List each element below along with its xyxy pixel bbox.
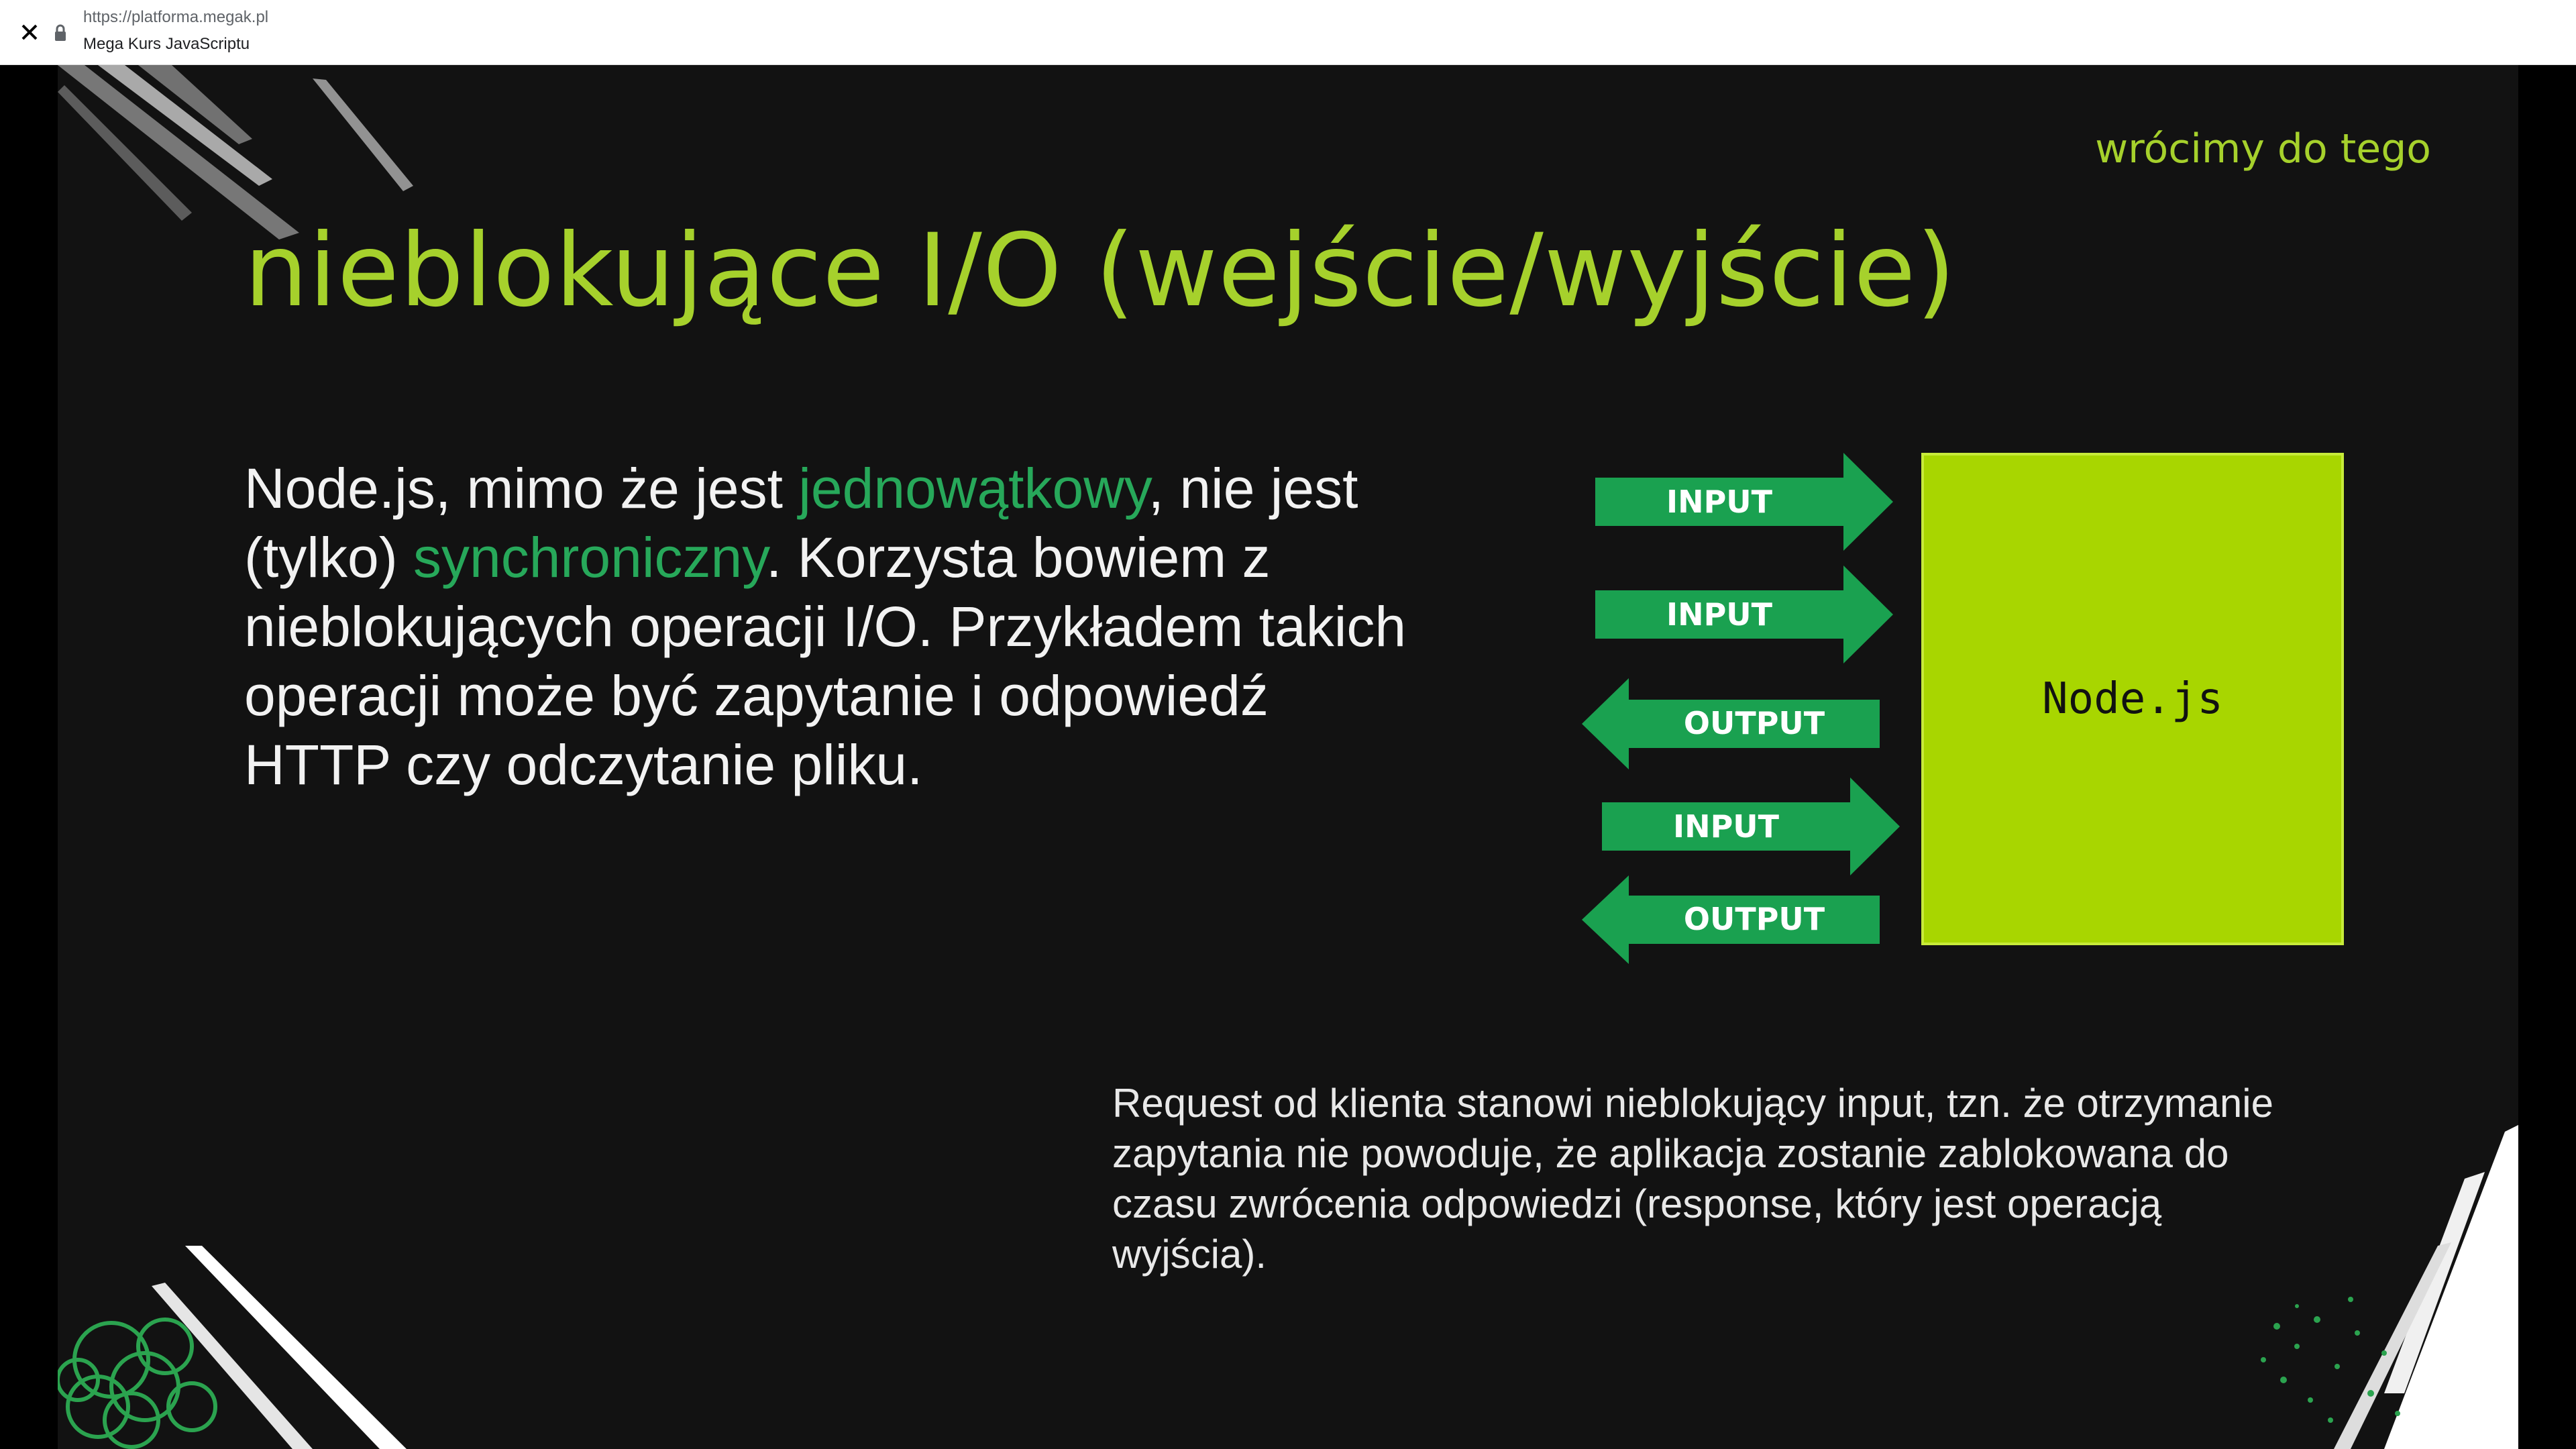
highlight-synchronous: synchroniczny (413, 526, 766, 589)
highlight-single-threaded: jednowątkowy (798, 457, 1148, 520)
page-title: Mega Kurs JavaScriptu (83, 35, 250, 53)
slide-title: nieblokujące I/O (wejście/wyjście) (244, 213, 1957, 329)
paragraph-text-1: Node.js, mimo że jest (244, 457, 799, 520)
main-paragraph: Node.js, mimo że jest jednowątkowy, nie … (244, 454, 1411, 800)
bottom-paragraph: Request od klienta stanowi nieblokujący … (1112, 1081, 2273, 1277)
slide: wrócimy do tego nieblokujące I/O (wejści… (58, 65, 2518, 1449)
nodejs-label: Node.js (2042, 674, 2223, 724)
corner-note: wrócimy do tego (2095, 125, 2431, 172)
url-text[interactable]: https://platforma.megak.pl (83, 8, 268, 27)
browser-top-bar: https://platforma.megak.pl Mega Kurs Jav… (0, 0, 2576, 65)
input-arrow-1-label: INPUT (1666, 484, 1773, 520)
output-arrow-1-label: OUTPUT (1683, 705, 1825, 741)
scribble-decoration-bottom-left (58, 1246, 407, 1449)
output-arrow-2-label: OUTPUT (1683, 901, 1825, 937)
input-arrow-3-label: INPUT (1672, 808, 1780, 845)
input-arrow-2-label: INPUT (1666, 596, 1773, 633)
lock-icon (55, 24, 66, 41)
watermark: Ud (2457, 1399, 2491, 1428)
close-icon[interactable] (16, 19, 43, 46)
nodejs-box: Node.js (1921, 453, 2344, 945)
